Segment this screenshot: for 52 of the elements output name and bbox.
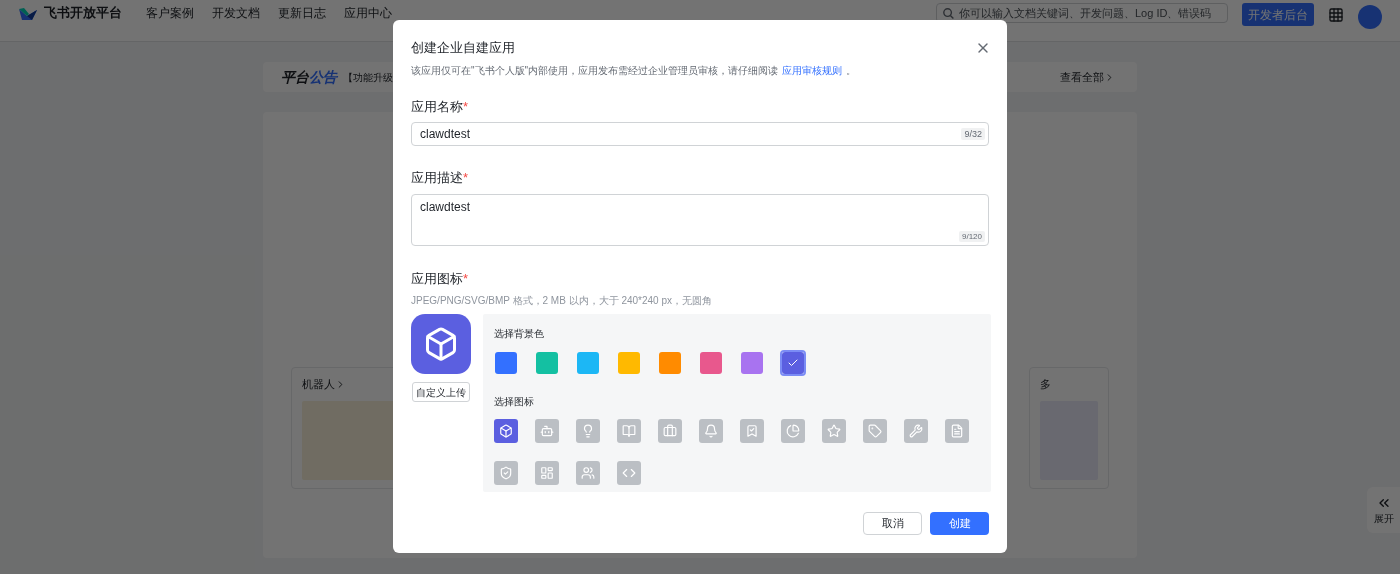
dialog-title: 创建企业自建应用 [411, 39, 515, 57]
book-icon [622, 424, 636, 438]
lightbulb-icon [581, 424, 595, 438]
announcement-text: 【功能升级 [343, 70, 393, 85]
field-label: 应用描述* [411, 169, 470, 187]
card-title: 多 [1040, 377, 1052, 392]
nav-link[interactable]: 开发文档 [212, 6, 260, 20]
search-icon [943, 7, 954, 19]
robot-icon [540, 424, 554, 438]
star-icon [827, 424, 841, 438]
create-button[interactable]: 创建 [930, 512, 989, 535]
cancel-button[interactable]: 取消 [863, 512, 922, 535]
code-icon [622, 466, 636, 480]
avatar[interactable] [1358, 5, 1382, 29]
icon-hint: JPEG/PNG/SVG/BMP 格式，2 MB 以内，大于 240*240 px，无圆角 [411, 294, 713, 308]
char-counter: 9/120 [958, 230, 985, 242]
custom-upload-button[interactable]: 自定义上传 [412, 382, 470, 402]
pie-chart-icon [786, 424, 800, 438]
side-tab-label: 展开 [1373, 511, 1394, 526]
briefcase-icon [663, 424, 677, 438]
users-icon [581, 466, 595, 480]
layout-icon [540, 466, 554, 480]
notice-period: 。 [846, 63, 857, 78]
picker-heading: 选择图标 [494, 395, 535, 409]
console-button[interactable]: 开发者后台 [1242, 3, 1314, 26]
tag-icon [868, 424, 882, 438]
nav-link[interactable]: 更新日志 [278, 6, 326, 20]
logo-text: 飞书开放平台 [44, 5, 122, 21]
shield-icon [499, 466, 513, 480]
bell-icon [704, 424, 718, 438]
apps-grid-icon[interactable] [1328, 7, 1344, 23]
review-rules-link[interactable]: 应用审核规则 [782, 62, 843, 78]
field-label: 应用图标* [411, 269, 470, 288]
view-all-link[interactable]: 查看全部 [1060, 68, 1115, 86]
nav-link[interactable]: 应用中心 [344, 6, 392, 20]
dialog-notice: 该应用仅可在"飞书个人版"内部使用，应用发布需经过企业管理员审核，请仔细阅读 [411, 63, 779, 78]
check-icon [787, 357, 799, 369]
bookmark-icon [745, 424, 759, 438]
announcement-title: 平台公告 [281, 67, 337, 87]
icon-option[interactable] [494, 419, 518, 443]
nav-link[interactable]: 客户案例 [146, 6, 194, 20]
logo-icon [18, 6, 38, 22]
side-tab[interactable]: 展开 [1367, 487, 1400, 533]
search-field[interactable]: 你可以输入文档关键词、开发问题、Log ID、错误码 [936, 3, 1228, 23]
document-icon [950, 424, 964, 438]
feature-card[interactable]: 多 [1029, 367, 1109, 489]
cube-icon [423, 326, 459, 362]
picker-heading: 选择背景色 [494, 327, 545, 341]
cube-icon [499, 424, 513, 438]
wrench-icon [909, 424, 923, 438]
field-label: 应用名称* [411, 97, 470, 116]
char-counter: 9/32 [961, 128, 985, 140]
